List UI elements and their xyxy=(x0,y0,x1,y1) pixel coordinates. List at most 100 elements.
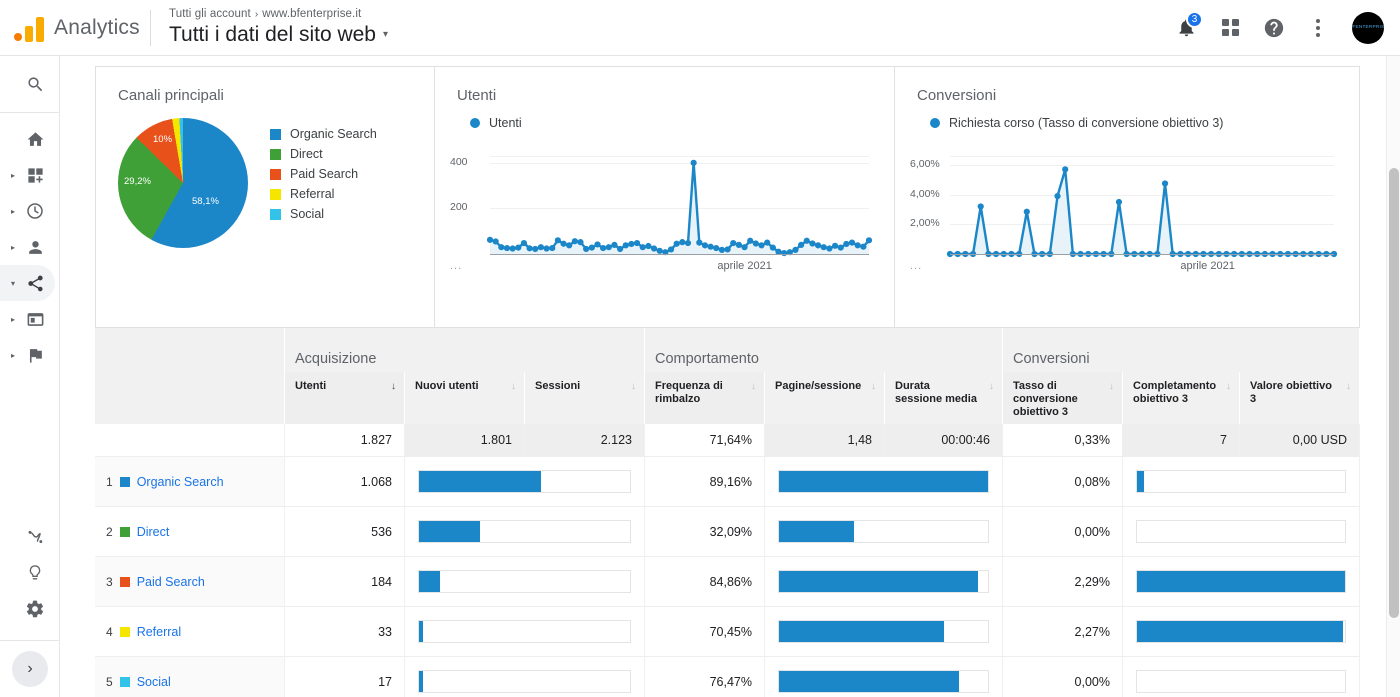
table-row[interactable]: 2 Direct 536 32,09% 0,00% xyxy=(95,506,1360,556)
lightbulb-icon xyxy=(24,562,46,584)
table-column-header[interactable]: Sessioni ↓ xyxy=(525,372,645,424)
channel-link[interactable]: Social xyxy=(137,675,171,689)
table-column-header[interactable]: Completamento obiettivo 3 ↓ xyxy=(1123,372,1240,424)
bar-fill xyxy=(419,671,423,692)
legend-item[interactable]: Paid Search xyxy=(270,167,377,181)
breadcrumb-account[interactable]: Tutti gli account xyxy=(169,8,251,20)
users-bar-cell xyxy=(405,557,645,606)
avatar[interactable]: BFENTERPRISE xyxy=(1352,11,1384,44)
chevron-down-icon[interactable]: ▾ xyxy=(383,22,388,48)
breadcrumb-property[interactable]: www.bfenterprise.it xyxy=(262,8,361,20)
table-column-header[interactable]: Durata sessione media ↓ xyxy=(885,372,1003,424)
view-title-row[interactable]: Tutti i dati del sito web ▾ xyxy=(169,22,388,48)
legend-item[interactable]: Organic Search xyxy=(270,127,377,141)
legend-item[interactable]: Direct xyxy=(270,147,377,161)
sort-arrow-icon[interactable]: ↓ xyxy=(1346,381,1351,392)
column-header-label: Durata sessione media xyxy=(895,380,977,405)
users-legend[interactable]: Utenti xyxy=(435,104,894,130)
legend-label: Direct xyxy=(290,147,323,161)
sidebar-item-customization[interactable]: ▸ xyxy=(0,157,59,193)
table-column-header[interactable]: Pagine/sessione ↓ xyxy=(765,372,885,424)
sort-arrow-icon[interactable]: ↓ xyxy=(989,381,994,392)
table-column-header[interactable]: Valore obiettivo 3 ↓ xyxy=(1240,372,1360,424)
card-conversions: Conversioni Richiesta corso (Tasso di co… xyxy=(895,66,1360,328)
sort-arrow-icon[interactable]: ↓ xyxy=(1109,381,1114,392)
sort-arrow-icon[interactable]: ↓ xyxy=(391,381,396,392)
sidebar-divider xyxy=(0,112,59,113)
sidebar-item-home[interactable] xyxy=(0,121,59,157)
x-axis-ellipsis: ... xyxy=(450,260,463,272)
sort-arrow-icon[interactable]: ↓ xyxy=(631,381,636,392)
users-value-cell: 184 xyxy=(285,557,405,606)
window-icon xyxy=(24,308,46,330)
users-bar-cell xyxy=(405,657,645,697)
flag-icon xyxy=(24,344,46,366)
table-column-header[interactable]: Nuovi utenti ↓ xyxy=(405,372,525,424)
summary-cell: 71,64% xyxy=(645,424,765,456)
conversion-bar-cell xyxy=(1123,607,1360,656)
table-row[interactable]: 4 Referral 33 70,45% 2,27% xyxy=(95,606,1360,656)
page-scrollbar-thumb[interactable] xyxy=(1389,168,1399,618)
account-selector[interactable]: Tutti gli account › www.bfenterprise.it Tu… xyxy=(169,7,388,48)
conversions-chart[interactable]: 2,00% 4,00% 6,00%... aprile 2021 xyxy=(910,142,1340,282)
sidebar-item-acquisition[interactable]: ▾ xyxy=(0,265,55,301)
sidebar-expand-button[interactable]: › xyxy=(12,651,48,687)
sidebar-item-admin[interactable] xyxy=(0,591,60,627)
users-chart[interactable]: 200 400... aprile 2021 xyxy=(450,142,875,282)
column-header-label: Frequenza di rimbalzo xyxy=(655,380,723,405)
apps-grid-button[interactable] xyxy=(1210,8,1250,48)
pie-chart[interactable]: 58,1% 29,2% 10% xyxy=(118,118,248,248)
bar-fill xyxy=(779,671,959,692)
channel-link[interactable]: Referral xyxy=(137,625,181,639)
channel-cell: 4 Referral xyxy=(95,607,285,656)
users-bar-cell xyxy=(405,457,645,506)
x-axis xyxy=(950,254,1334,255)
channel-cell: 5 Social xyxy=(95,657,285,697)
channel-link[interactable]: Organic Search xyxy=(137,475,224,489)
legend-item[interactable]: Social xyxy=(270,207,377,221)
summary-cell: 1,48 xyxy=(765,424,885,456)
sidebar-item-realtime[interactable]: ▸ xyxy=(0,193,59,229)
table-row[interactable]: 5 Social 17 76,47% 0,00% xyxy=(95,656,1360,697)
sort-arrow-icon[interactable]: ↓ xyxy=(511,381,516,392)
help-button[interactable] xyxy=(1254,8,1294,48)
bar-track xyxy=(1136,570,1346,593)
sidebar-item-discover[interactable] xyxy=(0,555,60,591)
sidebar-item-attribution[interactable] xyxy=(0,519,60,555)
channel-link[interactable]: Paid Search xyxy=(137,575,205,589)
table-column-header[interactable]: Utenti ↓ xyxy=(285,372,405,424)
x-axis-ellipsis: ... xyxy=(910,260,923,272)
page-title: Tutti i dati del sito web xyxy=(169,23,376,46)
bar-fill xyxy=(419,621,423,642)
chevron-right-icon: › xyxy=(27,660,33,677)
sidebar-item-audience[interactable]: ▸ xyxy=(0,229,59,265)
bar-fill xyxy=(419,571,441,592)
sort-arrow-icon[interactable]: ↓ xyxy=(751,381,756,392)
sidebar-item-conversions[interactable]: ▸ xyxy=(0,337,59,373)
table-row[interactable]: 3 Paid Search 184 84,86% 2,29% xyxy=(95,556,1360,606)
users-value-cell: 17 xyxy=(285,657,405,697)
legend-label: Organic Search xyxy=(290,127,377,141)
channel-color-swatch xyxy=(119,626,130,637)
analytics-logo-area[interactable]: Analytics xyxy=(0,14,148,42)
sidebar-item-search[interactable] xyxy=(0,64,59,104)
conversions-legend[interactable]: Richiesta corso (Tasso di conversione ob… xyxy=(895,104,1359,130)
sort-arrow-icon[interactable]: ↓ xyxy=(871,381,876,392)
conversion-value-cell: 2,29% xyxy=(1003,557,1123,606)
table-column-header[interactable]: Tasso di conversione obiettivo 3 ↓ xyxy=(1003,372,1123,424)
chevron-right-icon: ▸ xyxy=(11,170,16,180)
legend-item[interactable]: Referral xyxy=(270,187,377,201)
table-column-header[interactable]: Frequenza di rimbalzo ↓ xyxy=(645,372,765,424)
table-row[interactable]: 1 Organic Search 1.068 89,16% 0,08% xyxy=(95,456,1360,506)
grid-icon xyxy=(1221,19,1239,36)
sort-arrow-icon[interactable]: ↓ xyxy=(1226,381,1231,392)
x-axis-tick: aprile 2021 xyxy=(717,260,772,272)
more-options-button[interactable] xyxy=(1298,8,1338,48)
page-scrollbar[interactable] xyxy=(1386,56,1400,697)
conversion-value-cell: 0,00% xyxy=(1003,507,1123,556)
notifications-button[interactable]: 3 xyxy=(1166,8,1206,48)
channel-link[interactable]: Direct xyxy=(137,525,170,539)
sidebar-item-behavior[interactable]: ▸ xyxy=(0,301,59,337)
series-dot-icon xyxy=(930,118,940,128)
table-column-header xyxy=(95,372,285,424)
